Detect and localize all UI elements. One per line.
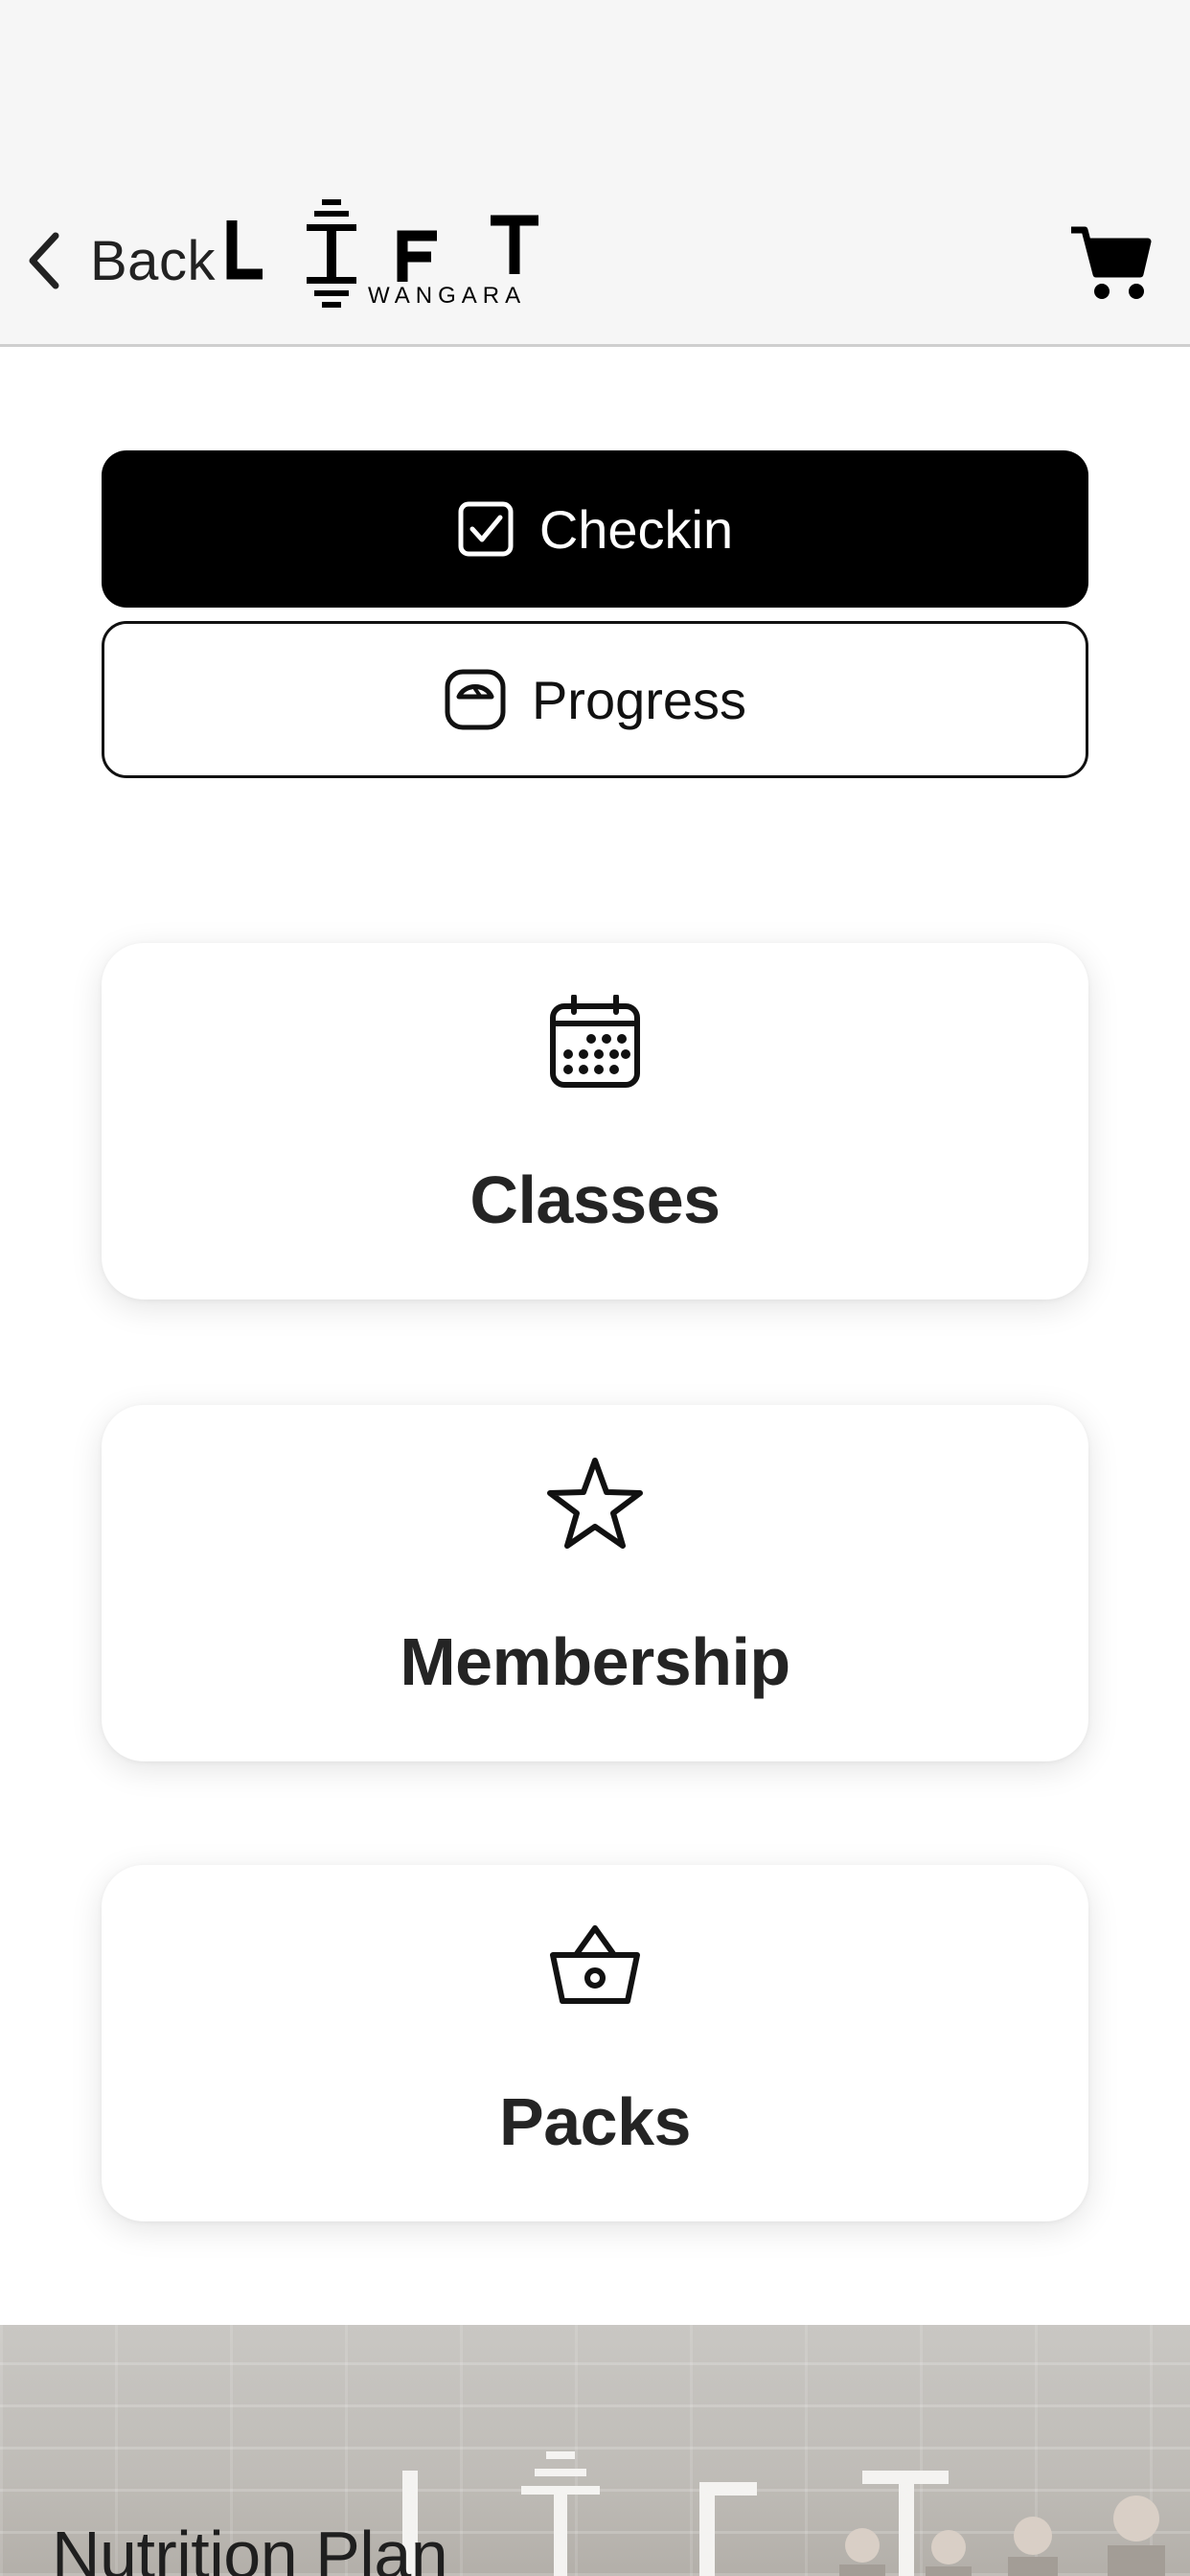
lift-wangara-logo: WANGARA <box>226 199 538 309</box>
svg-text:WANGARA: WANGARA <box>368 283 526 309</box>
back-label: Back <box>90 229 216 292</box>
banner-photo-people <box>839 2496 1165 2576</box>
progress-label: Progress <box>531 669 747 730</box>
checkin-button[interactable]: Checkin <box>102 450 1088 608</box>
classes-label: Classes <box>469 1162 721 1237</box>
checkbox-icon <box>458 501 514 557</box>
progress-button[interactable]: Progress <box>102 621 1088 778</box>
packs-card[interactable]: Packs <box>102 1865 1088 2221</box>
scale-icon <box>445 669 506 730</box>
packs-label: Packs <box>499 2084 691 2159</box>
classes-card[interactable]: Classes <box>102 943 1088 1300</box>
membership-label: Membership <box>400 1624 790 1699</box>
back-button[interactable]: Back <box>25 226 216 295</box>
star-icon <box>547 1458 643 1549</box>
calendar-icon <box>550 995 640 1088</box>
basket-icon <box>550 1925 640 2004</box>
banner-title: Nutrition Plan <box>52 2518 448 2576</box>
app-header: Back WANGARA <box>0 0 1190 347</box>
checkin-label: Checkin <box>538 498 734 560</box>
chevron-left-icon <box>29 232 59 289</box>
membership-card[interactable]: Membership <box>102 1405 1088 1761</box>
nutrition-plan-banner[interactable]: Nutrition Plan <box>0 2325 1190 2576</box>
cart-icon[interactable] <box>1069 224 1152 301</box>
